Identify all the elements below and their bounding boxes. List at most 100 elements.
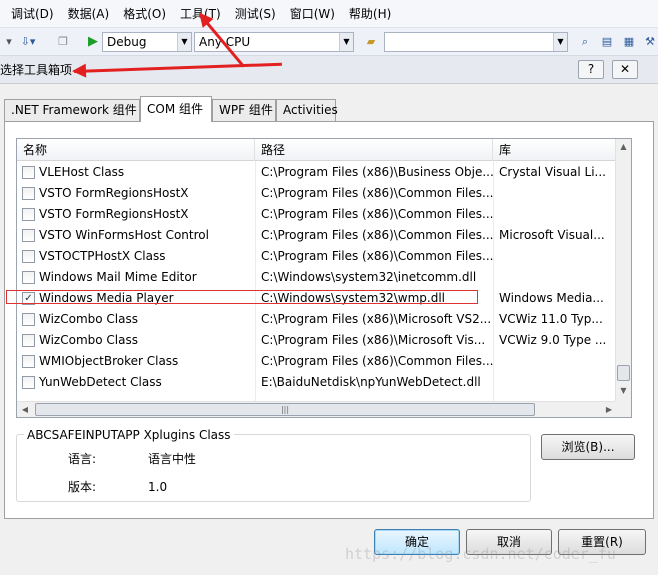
version-label: 版本: bbox=[68, 480, 97, 494]
menu-help[interactable]: 帮助(H) bbox=[342, 0, 398, 28]
row-path: C:\Program Files (x86)\Business Obje... bbox=[261, 165, 493, 179]
row-library bbox=[499, 204, 615, 225]
row-checkbox[interactable] bbox=[22, 313, 35, 326]
row-name: WizCombo Class bbox=[39, 312, 138, 326]
row-library: VCWiz 11.0 Typ... bbox=[499, 312, 603, 326]
solution-explorer-icon[interactable]: ▤ bbox=[598, 33, 616, 51]
horizontal-scrollbar[interactable]: ◀ ||| ▶ bbox=[17, 401, 617, 417]
menu-format[interactable]: 格式(O) bbox=[116, 0, 173, 28]
chevron-down-icon[interactable]: ▼ bbox=[616, 383, 631, 399]
component-list[interactable]: 名称 路径 库 VLEHost Class C:\Program Files (x… bbox=[16, 138, 632, 418]
language-value: 语言中性 bbox=[148, 452, 197, 466]
column-header-library[interactable]: 库 bbox=[493, 139, 617, 161]
row-name: YunWebDetect Class bbox=[39, 375, 162, 389]
row-path: C:\Program Files (x86)\Common Files... bbox=[261, 228, 493, 242]
chevron-down-icon: ▼ bbox=[177, 33, 191, 51]
menu-test[interactable]: 测试(S) bbox=[228, 0, 283, 28]
list-rows: VLEHost Class C:\Program Files (x86)\Busi… bbox=[17, 162, 617, 393]
version-value: 1.0 bbox=[148, 480, 168, 494]
copy-icon[interactable]: ❐ bbox=[54, 33, 72, 51]
chevron-down-icon: ▼ bbox=[553, 33, 567, 51]
help-button[interactable]: ? bbox=[578, 60, 604, 79]
row-path: E:\BaiduNetdisk\npYunWebDetect.dll bbox=[261, 375, 481, 389]
tab-activities[interactable]: Activities bbox=[276, 99, 338, 121]
menu-debug[interactable]: 调试(D) bbox=[4, 0, 61, 28]
list-header: 名称 路径 库 bbox=[17, 139, 617, 161]
close-icon[interactable]: ✕ bbox=[612, 60, 638, 79]
row-path: C:\Windows\system32\inetcomm.dll bbox=[261, 270, 477, 284]
row-library bbox=[499, 246, 615, 267]
row-checkbox[interactable] bbox=[22, 250, 35, 263]
scroll-thumb[interactable]: ||| bbox=[35, 403, 535, 416]
chevron-down-icon: ▼ bbox=[339, 33, 353, 51]
row-path: C:\Program Files (x86)\Microsoft Vis... bbox=[261, 333, 486, 347]
toolbar: ▾ ⇩▾ ❐ ▶ Debug ▼ Any CPU ▼ ▰ ▼ ⌕ ▤ ▦ ⚒ bbox=[0, 28, 658, 56]
table-row[interactable]: VLEHost Class C:\Program Files (x86)\Busi… bbox=[17, 162, 617, 183]
table-row[interactable]: VSTO WinFormsHost Control C:\Program File… bbox=[17, 225, 617, 246]
dialog-title: 选择工具箱项 bbox=[0, 63, 73, 77]
row-name: WMIObjectBroker Class bbox=[39, 354, 179, 368]
language-label: 语言: bbox=[68, 452, 97, 466]
scroll-thumb[interactable] bbox=[617, 365, 630, 381]
find-in-files-icon[interactable]: ⌕ bbox=[576, 33, 594, 51]
row-library: Crystal Visual Li... bbox=[499, 165, 606, 179]
row-name: VSTO WinFormsHost Control bbox=[39, 228, 209, 242]
selection-annotation-box bbox=[6, 290, 478, 304]
table-row[interactable]: VSTOCTPHostX Class C:\Program Files (x86)… bbox=[17, 246, 617, 267]
row-name: VSTO FormRegionsHostX bbox=[39, 207, 189, 221]
table-row[interactable]: WizCombo Class C:\Program Files (x86)\Mic… bbox=[17, 330, 617, 351]
start-debug-icon[interactable]: ▶ bbox=[84, 33, 102, 51]
tab-com[interactable]: COM 组件 bbox=[140, 96, 212, 122]
row-path: C:\Program Files (x86)\Microsoft VS2... bbox=[261, 312, 492, 326]
tab-wpf[interactable]: WPF 组件 bbox=[212, 99, 276, 121]
table-row[interactable]: VSTO FormRegionsHostX C:\Program Files (x… bbox=[17, 204, 617, 225]
row-checkbox[interactable] bbox=[22, 187, 35, 200]
tab-net-framework[interactable]: .NET Framework 组件 bbox=[4, 99, 140, 121]
table-row[interactable]: VSTO FormRegionsHostX C:\Program Files (x… bbox=[17, 183, 617, 204]
menu-data[interactable]: 数据(A) bbox=[61, 0, 117, 28]
table-row[interactable]: WMIObjectBroker Class C:\Program Files (x… bbox=[17, 351, 617, 372]
details-title: ABCSAFEINPUTAPP Xplugins Class bbox=[24, 428, 234, 442]
table-row[interactable]: WizCombo Class C:\Program Files (x86)\Mic… bbox=[17, 309, 617, 330]
open-folder-icon[interactable]: ▰ bbox=[362, 33, 380, 51]
column-header-name[interactable]: 名称 bbox=[17, 139, 255, 161]
row-library bbox=[499, 351, 615, 372]
chevron-up-icon[interactable]: ▲ bbox=[616, 139, 631, 155]
column-header-path[interactable]: 路径 bbox=[255, 139, 493, 161]
row-library: VCWiz 9.0 Type ... bbox=[499, 333, 607, 347]
row-library: Microsoft Visual... bbox=[499, 228, 605, 242]
row-path: C:\Program Files (x86)\Common Files... bbox=[261, 207, 493, 221]
row-library: Windows Media... bbox=[499, 291, 604, 305]
row-name: Windows Mail Mime Editor bbox=[39, 270, 197, 284]
toolbox-icon[interactable]: ⚒ bbox=[642, 33, 658, 51]
attach-process-icon[interactable]: ⇩▾ bbox=[18, 33, 38, 51]
row-name: VSTO FormRegionsHostX bbox=[39, 186, 189, 200]
row-name: VLEHost Class bbox=[39, 165, 125, 179]
properties-icon[interactable]: ▦ bbox=[620, 33, 638, 51]
menu-window[interactable]: 窗口(W) bbox=[283, 0, 342, 28]
row-checkbox[interactable] bbox=[22, 208, 35, 221]
row-path: C:\Program Files (x86)\Common Files... bbox=[261, 249, 493, 263]
watermark: https://blog.csdn.net/coder_fu bbox=[345, 545, 616, 563]
table-row[interactable]: Windows Mail Mime Editor C:\Windows\syste… bbox=[17, 267, 617, 288]
row-checkbox[interactable] bbox=[22, 271, 35, 284]
row-library bbox=[499, 267, 615, 288]
row-checkbox[interactable] bbox=[22, 355, 35, 368]
scroll-corner bbox=[615, 401, 631, 417]
vertical-scrollbar[interactable]: ▲ ▼ bbox=[615, 139, 631, 401]
solution-config-select[interactable]: Debug ▼ bbox=[102, 32, 192, 52]
row-library bbox=[499, 183, 615, 204]
menu-bar: 调试(D) 数据(A) 格式(O) 工具(T) 测试(S) 窗口(W) 帮助(H… bbox=[0, 0, 658, 28]
row-path: C:\Program Files (x86)\Common Files... bbox=[261, 354, 493, 368]
row-checkbox[interactable] bbox=[22, 229, 35, 242]
table-row[interactable]: YunWebDetect Class E:\BaiduNetdisk\npYunW… bbox=[17, 372, 617, 393]
chevron-down-icon[interactable]: ▾ bbox=[4, 33, 14, 51]
row-checkbox[interactable] bbox=[22, 376, 35, 389]
chevron-left-icon[interactable]: ◀ bbox=[17, 402, 33, 417]
row-library bbox=[499, 372, 615, 393]
row-checkbox[interactable] bbox=[22, 334, 35, 347]
row-checkbox[interactable] bbox=[22, 166, 35, 179]
find-combo[interactable]: ▼ bbox=[384, 32, 568, 52]
row-name: WizCombo Class bbox=[39, 333, 138, 347]
browse-button[interactable]: 浏览(B)... bbox=[541, 434, 635, 460]
